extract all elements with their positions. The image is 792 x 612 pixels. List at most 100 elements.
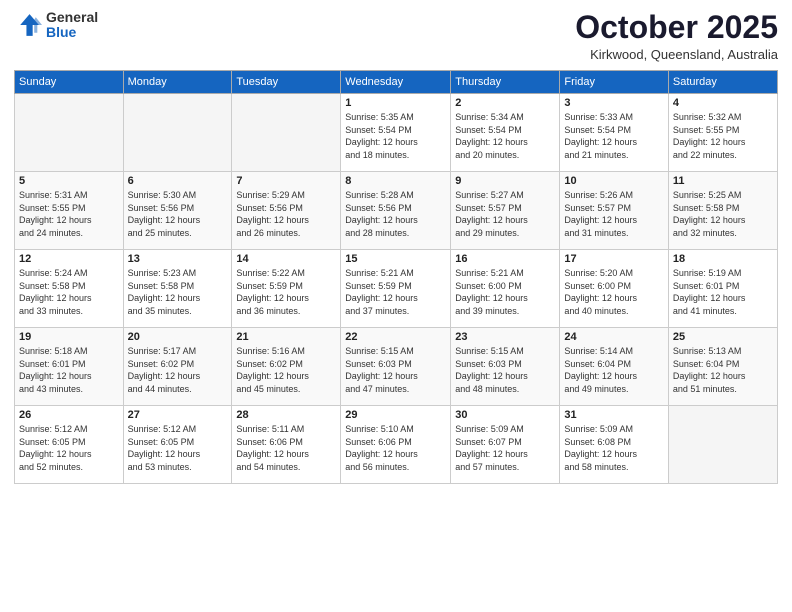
- day-number: 22: [345, 331, 446, 343]
- day-info-line: Sunset: 6:00 PM: [455, 280, 555, 293]
- day-info-line: and 41 minutes.: [673, 305, 773, 318]
- day-number: 6: [128, 175, 228, 187]
- header: General Blue October 2025 Kirkwood, Quee…: [14, 10, 778, 62]
- day-info-line: Sunrise: 5:13 AM: [673, 345, 773, 358]
- day-info-line: and 45 minutes.: [236, 383, 336, 396]
- day-number: 21: [236, 331, 336, 343]
- day-info-line: Sunrise: 5:12 AM: [128, 423, 228, 436]
- day-info-line: and 33 minutes.: [19, 305, 119, 318]
- day-info-line: Sunrise: 5:09 AM: [564, 423, 663, 436]
- day-info-line: Daylight: 12 hours: [345, 370, 446, 383]
- day-number: 23: [455, 331, 555, 343]
- logo-icon: [14, 11, 42, 39]
- day-info-line: Sunrise: 5:20 AM: [564, 267, 663, 280]
- calendar-row-2: 12Sunrise: 5:24 AMSunset: 5:58 PMDayligh…: [15, 250, 778, 328]
- day-info-line: and 56 minutes.: [345, 461, 446, 474]
- day-info-line: and 24 minutes.: [19, 227, 119, 240]
- day-info-line: Sunset: 6:05 PM: [19, 436, 119, 449]
- day-number: 5: [19, 175, 119, 187]
- day-number: 13: [128, 253, 228, 265]
- day-number: 1: [345, 97, 446, 109]
- day-info-line: and 32 minutes.: [673, 227, 773, 240]
- day-info-line: and 44 minutes.: [128, 383, 228, 396]
- logo-general-text: General: [46, 10, 98, 25]
- day-info-line: Sunrise: 5:35 AM: [345, 111, 446, 124]
- day-info-line: Daylight: 12 hours: [455, 214, 555, 227]
- day-info-line: and 20 minutes.: [455, 149, 555, 162]
- day-number: 19: [19, 331, 119, 343]
- header-friday: Friday: [560, 71, 668, 94]
- calendar-cell: 13Sunrise: 5:23 AMSunset: 5:58 PMDayligh…: [123, 250, 232, 328]
- logo: General Blue: [14, 10, 98, 41]
- day-info-line: and 31 minutes.: [564, 227, 663, 240]
- day-info-line: Sunrise: 5:18 AM: [19, 345, 119, 358]
- day-info-line: Sunset: 5:55 PM: [19, 202, 119, 215]
- day-info-line: and 28 minutes.: [345, 227, 446, 240]
- calendar-cell: 14Sunrise: 5:22 AMSunset: 5:59 PMDayligh…: [232, 250, 341, 328]
- day-number: 3: [564, 97, 663, 109]
- day-info-line: Sunrise: 5:21 AM: [345, 267, 446, 280]
- day-info-line: Sunrise: 5:09 AM: [455, 423, 555, 436]
- day-info-line: Sunset: 5:57 PM: [564, 202, 663, 215]
- day-info-line: Daylight: 12 hours: [455, 370, 555, 383]
- day-info-line: Sunrise: 5:32 AM: [673, 111, 773, 124]
- logo-blue-text: Blue: [46, 25, 98, 40]
- day-info-line: Daylight: 12 hours: [236, 448, 336, 461]
- day-info-line: Daylight: 12 hours: [345, 292, 446, 305]
- header-tuesday: Tuesday: [232, 71, 341, 94]
- page: General Blue October 2025 Kirkwood, Quee…: [0, 0, 792, 612]
- header-saturday: Saturday: [668, 71, 777, 94]
- day-info-line: and 35 minutes.: [128, 305, 228, 318]
- day-info-line: Sunset: 5:54 PM: [455, 124, 555, 137]
- day-info-line: and 52 minutes.: [19, 461, 119, 474]
- day-info-line: Sunset: 6:07 PM: [455, 436, 555, 449]
- day-number: 8: [345, 175, 446, 187]
- day-info-line: Daylight: 12 hours: [128, 292, 228, 305]
- day-info-line: Daylight: 12 hours: [345, 136, 446, 149]
- day-info-line: Daylight: 12 hours: [564, 136, 663, 149]
- day-info-line: Daylight: 12 hours: [345, 214, 446, 227]
- day-info-line: Sunrise: 5:25 AM: [673, 189, 773, 202]
- day-info-line: and 22 minutes.: [673, 149, 773, 162]
- day-number: 4: [673, 97, 773, 109]
- day-info-line: Sunset: 6:01 PM: [19, 358, 119, 371]
- calendar-row-4: 26Sunrise: 5:12 AMSunset: 6:05 PMDayligh…: [15, 406, 778, 484]
- calendar-row-1: 5Sunrise: 5:31 AMSunset: 5:55 PMDaylight…: [15, 172, 778, 250]
- day-info-line: and 40 minutes.: [564, 305, 663, 318]
- day-info-line: and 48 minutes.: [455, 383, 555, 396]
- day-info-line: Daylight: 12 hours: [673, 370, 773, 383]
- logo-text: General Blue: [46, 10, 98, 41]
- day-info-line: Sunrise: 5:28 AM: [345, 189, 446, 202]
- calendar-cell: 22Sunrise: 5:15 AMSunset: 6:03 PMDayligh…: [341, 328, 451, 406]
- day-info-line: Sunset: 5:58 PM: [19, 280, 119, 293]
- day-number: 2: [455, 97, 555, 109]
- day-number: 17: [564, 253, 663, 265]
- calendar-cell: 4Sunrise: 5:32 AMSunset: 5:55 PMDaylight…: [668, 94, 777, 172]
- calendar-cell: 2 Sunrise: 5:34 AMSunset: 5:54 PMDaylight…: [451, 94, 560, 172]
- day-info-line: Sunset: 5:59 PM: [345, 280, 446, 293]
- day-info-line: and 53 minutes.: [128, 461, 228, 474]
- day-info-line: Sunset: 5:56 PM: [128, 202, 228, 215]
- day-number: 9: [455, 175, 555, 187]
- day-info-line: Daylight: 12 hours: [19, 292, 119, 305]
- calendar-cell: 29Sunrise: 5:10 AMSunset: 6:06 PMDayligh…: [341, 406, 451, 484]
- day-info-line: Sunrise: 5:22 AM: [236, 267, 336, 280]
- day-info-line: Daylight: 12 hours: [673, 292, 773, 305]
- day-info-line: Sunrise: 5:29 AM: [236, 189, 336, 202]
- day-info-line: Daylight: 12 hours: [455, 136, 555, 149]
- day-info-line: Sunset: 6:04 PM: [564, 358, 663, 371]
- day-info-line: Sunset: 6:03 PM: [455, 358, 555, 371]
- day-number: 20: [128, 331, 228, 343]
- day-info-line: Sunset: 6:06 PM: [236, 436, 336, 449]
- calendar-cell: 1Sunrise: 5:35 AMSunset: 5:54 PMDaylight…: [341, 94, 451, 172]
- day-info-line: Sunrise: 5:30 AM: [128, 189, 228, 202]
- header-thursday: Thursday: [451, 71, 560, 94]
- day-info-line: and 36 minutes.: [236, 305, 336, 318]
- calendar-cell: 12Sunrise: 5:24 AMSunset: 5:58 PMDayligh…: [15, 250, 124, 328]
- calendar-row-0: 1Sunrise: 5:35 AMSunset: 5:54 PMDaylight…: [15, 94, 778, 172]
- calendar: Sunday Monday Tuesday Wednesday Thursday…: [14, 70, 778, 484]
- day-info-line: Sunrise: 5:15 AM: [345, 345, 446, 358]
- day-info-line: Sunrise: 5:34 AM: [455, 111, 555, 124]
- day-info-line: Daylight: 12 hours: [128, 448, 228, 461]
- day-info-line: and 25 minutes.: [128, 227, 228, 240]
